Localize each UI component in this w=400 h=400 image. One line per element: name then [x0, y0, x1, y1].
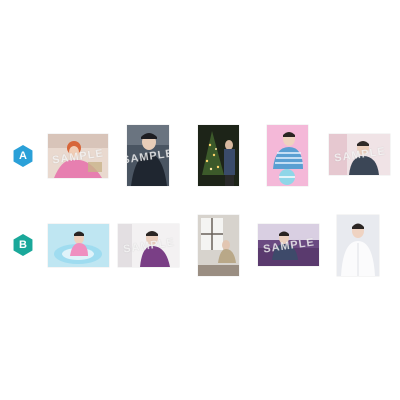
photo-a5[interactable]: SAMPLE	[329, 134, 390, 175]
set-a-badge: A	[13, 145, 33, 167]
photo-a3[interactable]	[198, 125, 239, 186]
photo-b2[interactable]: SAMPLE	[118, 224, 179, 267]
photo-b3-image	[198, 215, 239, 276]
photo-b5-image	[337, 215, 379, 276]
photo-b1[interactable]	[48, 224, 109, 267]
photo-a1[interactable]: SAMPLE	[48, 134, 108, 178]
photo-set-b: B SAMPLE SAMPLE	[0, 210, 400, 280]
set-b-badge: B	[13, 234, 33, 256]
set-b-label: B	[19, 239, 27, 251]
photo-a4-image	[267, 125, 308, 186]
photo-a4[interactable]	[267, 125, 308, 186]
photo-a3-image	[198, 125, 239, 186]
photo-set-a: A SAMPLE SAMPLE SAMPLE	[0, 120, 400, 190]
photo-b1-image	[48, 224, 109, 267]
photo-b4[interactable]: SAMPLE	[258, 224, 319, 266]
set-a-label: A	[19, 150, 27, 162]
photo-b5[interactable]	[337, 215, 379, 276]
photo-a2[interactable]: SAMPLE	[127, 125, 169, 186]
photo-b3[interactable]	[198, 215, 239, 276]
